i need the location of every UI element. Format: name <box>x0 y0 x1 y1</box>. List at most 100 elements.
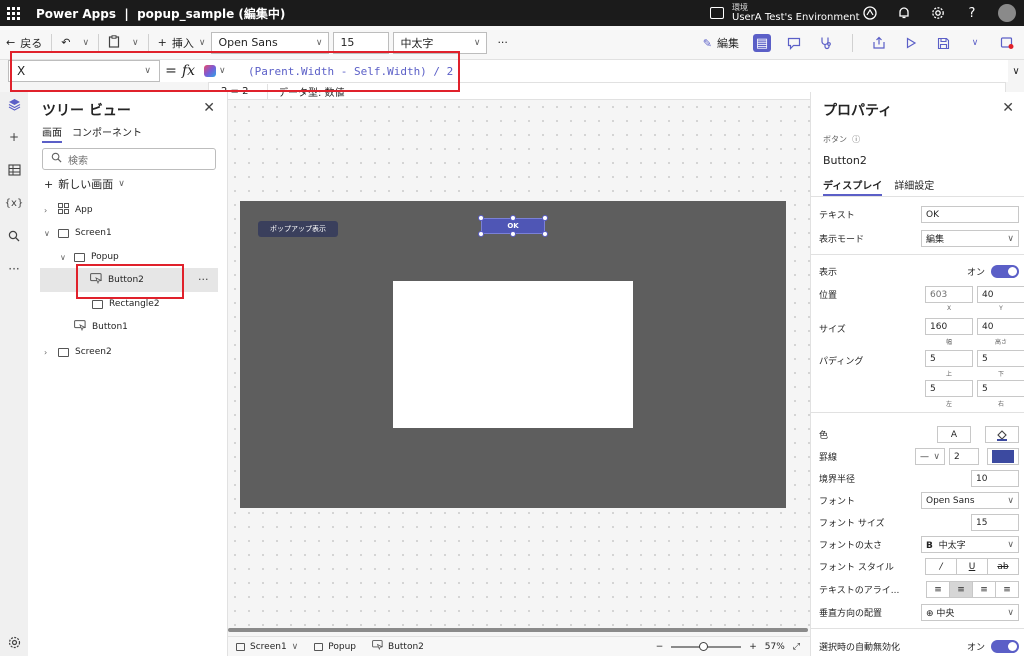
tree-search-input[interactable]: 検索 <box>42 148 216 170</box>
border-width-input[interactable]: 2 <box>949 448 979 465</box>
tree-node-button1[interactable]: Button1 <box>74 317 128 337</box>
tab-advanced[interactable]: 詳細設定 <box>894 177 934 196</box>
font-size-input[interactable]: 15 <box>333 31 390 54</box>
font-weight-dropdown[interactable]: 中太字 ∨ <box>393 31 488 54</box>
resize-handle[interactable] <box>542 215 548 221</box>
screen1-preview[interactable]: ポップアップ表示 OK <box>240 201 786 508</box>
crumb-popup[interactable]: Popup <box>306 642 364 652</box>
tree-node-screen2[interactable]: › Screen2 <box>44 342 112 362</box>
resize-handle[interactable] <box>510 215 516 221</box>
help-circle-icon[interactable]: ⓘ <box>852 135 860 144</box>
align-left-icon[interactable]: ≡ <box>926 581 950 598</box>
property-dropdown[interactable]: X ∨ <box>8 60 160 82</box>
formula-input[interactable]: (Parent.Width - Self.Width) / 2 <box>248 65 453 78</box>
padding-left-input[interactable]: 5 <box>925 380 973 397</box>
comment-icon[interactable] <box>785 34 803 52</box>
resize-handle[interactable] <box>510 231 516 237</box>
font-dropdown[interactable]: Open Sans ∨ <box>921 492 1019 509</box>
tab-components[interactable]: コンポーネント <box>72 124 142 143</box>
visible-toggle[interactable]: オン <box>967 265 1019 278</box>
strikethrough-button[interactable]: ab <box>987 558 1019 575</box>
search-icon[interactable] <box>6 228 22 244</box>
italic-button[interactable]: / <box>925 558 957 575</box>
tab-display[interactable]: ディスプレイ <box>823 177 883 196</box>
user-avatar[interactable] <box>998 4 1016 22</box>
border-color-button[interactable] <box>987 448 1019 465</box>
publish-icon[interactable] <box>998 34 1016 52</box>
preview-play-icon[interactable] <box>902 34 920 52</box>
align-justify-icon[interactable]: ≡ <box>995 581 1019 598</box>
underline-button[interactable]: U <box>956 558 988 575</box>
resize-handle[interactable] <box>478 215 484 221</box>
tree-node-screen1[interactable]: ∨ Screen1 <box>44 223 112 243</box>
zoom-out-button[interactable]: − <box>656 642 664 652</box>
border-radius-input[interactable]: 10 <box>971 470 1019 487</box>
resize-handle[interactable] <box>478 231 484 237</box>
text-input[interactable]: OK <box>921 206 1019 223</box>
crumb-screen1[interactable]: Screen1 ∨ <box>228 642 306 652</box>
font-weight-dropdown[interactable]: B 中太字 ∨ <box>921 536 1019 553</box>
zoom-slider-knob[interactable] <box>698 642 708 651</box>
undo-button[interactable]: ↶ <box>55 26 76 60</box>
close-icon[interactable]: ✕ <box>1002 100 1014 116</box>
app-checker-stethoscope-icon[interactable] <box>817 34 835 52</box>
align-center-icon[interactable]: ≡ <box>949 581 973 598</box>
undo-menu-button[interactable]: ∨ <box>76 26 95 60</box>
data-table-icon[interactable] <box>6 162 22 178</box>
design-canvas[interactable]: ポップアップ表示 OK <box>228 100 810 630</box>
node-more-button[interactable]: ··· <box>198 273 209 286</box>
notifications-bell-icon[interactable] <box>896 5 912 21</box>
copilot-formula-button[interactable]: ∨ <box>204 65 240 77</box>
save-menu-chevron-down-icon[interactable]: ∨ <box>966 34 984 52</box>
fit-to-screen-icon[interactable]: ⤢ <box>793 642 800 652</box>
environment-picker[interactable]: 環境 UserA Test's Environment <box>710 0 860 26</box>
new-screen-button[interactable]: + 新しい画面 ∨ <box>44 176 125 192</box>
rectangle2-preview[interactable] <box>393 281 633 428</box>
chevron-right-icon[interactable]: › <box>44 348 52 357</box>
font-family-dropdown[interactable]: Open Sans ∨ <box>211 31 330 54</box>
expand-formula-chevron-down-icon[interactable]: ∨ <box>1008 60 1024 82</box>
width-input[interactable]: 160 <box>925 318 973 335</box>
back-button[interactable]: ← 戻る <box>0 26 48 60</box>
paste-button[interactable] <box>102 26 126 60</box>
paste-menu-button[interactable]: ∨ <box>126 26 145 60</box>
save-icon[interactable] <box>934 34 952 52</box>
more-options-icon[interactable]: ··· <box>6 261 22 277</box>
height-input[interactable]: 40 <box>977 318 1024 335</box>
copilot-icon[interactable] <box>862 5 878 21</box>
font-size-input[interactable]: 15 <box>971 514 1019 531</box>
zoom-slider[interactable] <box>671 642 742 651</box>
fx-icon[interactable]: fx <box>182 63 198 79</box>
fill-color-paint-bucket-icon[interactable] <box>985 426 1019 443</box>
padding-right-input[interactable]: 5 <box>977 380 1024 397</box>
settings-gear-icon[interactable] <box>6 634 22 650</box>
resize-handle[interactable] <box>542 231 548 237</box>
edit-button[interactable]: ✎ 編集 <box>703 26 739 60</box>
padding-bottom-input[interactable]: 5 <box>977 350 1024 367</box>
share-icon[interactable] <box>870 34 888 52</box>
close-icon[interactable]: ✕ <box>203 100 215 116</box>
chevron-right-icon[interactable]: › <box>44 206 52 215</box>
vertical-align-dropdown[interactable]: ⊕ 中央 ∨ <box>921 604 1019 621</box>
insert-plus-icon[interactable]: + <box>6 129 22 145</box>
tab-screens[interactable]: 画面 <box>42 124 62 143</box>
help-question-icon[interactable]: ? <box>964 5 980 21</box>
chevron-down-icon[interactable]: ∨ <box>44 229 52 238</box>
display-mode-dropdown[interactable]: 編集 ∨ <box>921 230 1019 247</box>
settings-gear-icon[interactable] <box>930 5 946 21</box>
tree-view-layers-icon[interactable] <box>6 96 22 112</box>
position-y-input[interactable]: 40 <box>977 286 1024 303</box>
tree-node-popup[interactable]: ∨ Popup <box>60 247 119 267</box>
comments-panel-icon[interactable]: ▤ <box>753 34 771 52</box>
more-commands-button[interactable]: ··· <box>491 26 514 60</box>
position-x-input[interactable]: 603 <box>925 286 973 303</box>
padding-top-input[interactable]: 5 <box>925 350 973 367</box>
align-right-icon[interactable]: ≡ <box>972 581 996 598</box>
insert-button[interactable]: + 挿入 ∨ <box>152 26 212 60</box>
border-style-dropdown[interactable]: — ∨ <box>915 448 945 465</box>
app-launcher-icon[interactable] <box>0 0 26 26</box>
zoom-in-button[interactable]: + <box>749 642 757 652</box>
crumb-button2[interactable]: Button2 <box>364 640 432 653</box>
auto-disable-toggle[interactable]: オン <box>967 640 1019 653</box>
chevron-down-icon[interactable]: ∨ <box>60 253 68 262</box>
